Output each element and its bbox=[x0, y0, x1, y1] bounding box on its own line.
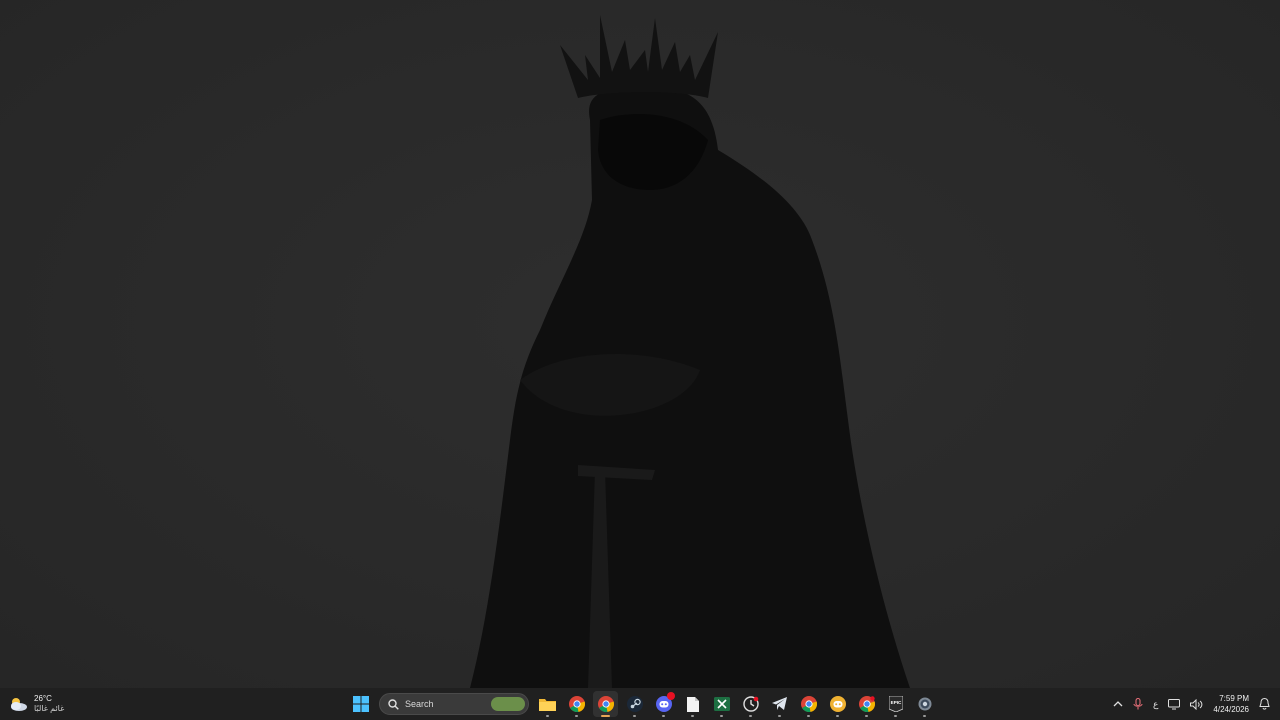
running-indicator bbox=[749, 715, 752, 717]
display-icon[interactable] bbox=[1168, 698, 1181, 710]
running-indicator bbox=[662, 715, 665, 717]
taskbar-chrome-1[interactable] bbox=[564, 691, 589, 717]
running-indicator bbox=[720, 715, 723, 717]
discord-yellow-icon bbox=[829, 696, 846, 712]
input-language[interactable]: ع bbox=[1153, 699, 1158, 710]
taskbar-excel[interactable] bbox=[709, 691, 734, 717]
desktop bbox=[0, 0, 1280, 720]
search-highlight-image bbox=[491, 697, 525, 711]
excel-icon bbox=[713, 697, 730, 711]
running-indicator bbox=[575, 715, 578, 717]
taskbar-settings[interactable] bbox=[912, 691, 937, 717]
chrome-icon bbox=[568, 696, 585, 712]
chevron-up-icon[interactable] bbox=[1113, 700, 1123, 708]
epic-games-icon: EPIC bbox=[888, 696, 903, 712]
steam-icon bbox=[626, 696, 643, 712]
taskbar-chrome-4[interactable] bbox=[854, 691, 879, 717]
running-indicator bbox=[601, 715, 610, 717]
taskbar-epic-games[interactable]: EPIC bbox=[883, 691, 908, 717]
system-tray: ع 7:59 PM 4/24/2026 bbox=[1113, 691, 1270, 717]
chrome-icon bbox=[800, 696, 817, 712]
microphone-icon[interactable] bbox=[1133, 698, 1143, 710]
taskbar-center: Search EPIC bbox=[348, 691, 937, 717]
notification-badge bbox=[667, 692, 675, 700]
taskbar: 26°C غائم غالبًا Search EPIC ع 7:59 PM 4… bbox=[0, 688, 1280, 720]
running-indicator bbox=[778, 715, 781, 717]
gear-icon bbox=[918, 697, 931, 711]
weather-widget[interactable]: 26°C غائم غالبًا bbox=[8, 691, 64, 717]
running-indicator bbox=[894, 715, 897, 717]
running-indicator bbox=[807, 715, 810, 717]
clock[interactable]: 7:59 PM 4/24/2026 bbox=[1213, 693, 1249, 715]
running-indicator bbox=[546, 715, 549, 717]
weather-temperature: 26°C bbox=[34, 694, 52, 703]
taskbar-file-explorer[interactable] bbox=[535, 691, 560, 717]
wallpaper-crowned-figure bbox=[0, 0, 1280, 720]
running-indicator bbox=[836, 715, 839, 717]
taskbar-steam[interactable] bbox=[622, 691, 647, 717]
taskbar-telegram[interactable] bbox=[767, 691, 792, 717]
windows-start-icon bbox=[352, 696, 369, 712]
clock-icon bbox=[742, 696, 759, 712]
partly-cloudy-icon bbox=[11, 698, 27, 711]
search-box[interactable]: Search bbox=[379, 693, 529, 715]
telegram-icon bbox=[771, 697, 787, 710]
search-placeholder: Search bbox=[405, 699, 434, 709]
taskbar-discord-ptb[interactable] bbox=[825, 691, 850, 717]
taskbar-chrome-3[interactable] bbox=[796, 691, 821, 717]
running-indicator bbox=[865, 715, 868, 717]
weather-condition: غائم غالبًا bbox=[34, 704, 65, 713]
running-indicator bbox=[691, 715, 694, 717]
taskbar-discord[interactable] bbox=[651, 691, 676, 717]
chrome-icon bbox=[858, 696, 875, 712]
chrome-icon bbox=[597, 696, 614, 712]
notification-icon[interactable] bbox=[1259, 698, 1270, 710]
document-icon bbox=[686, 696, 699, 712]
running-indicator bbox=[633, 715, 636, 717]
volume-icon[interactable] bbox=[1190, 698, 1203, 710]
start-button[interactable] bbox=[348, 691, 373, 717]
search-icon bbox=[388, 698, 399, 710]
taskbar-chrome-2[interactable] bbox=[593, 691, 618, 717]
clock-time: 7:59 PM bbox=[1219, 694, 1249, 703]
folder-icon bbox=[539, 699, 556, 711]
taskbar-clock-app[interactable] bbox=[738, 691, 763, 717]
running-indicator bbox=[923, 715, 926, 717]
epic-games-label: EPIC bbox=[890, 700, 901, 705]
taskbar-notepad[interactable] bbox=[680, 691, 705, 717]
clock-date: 4/24/2026 bbox=[1213, 705, 1249, 714]
